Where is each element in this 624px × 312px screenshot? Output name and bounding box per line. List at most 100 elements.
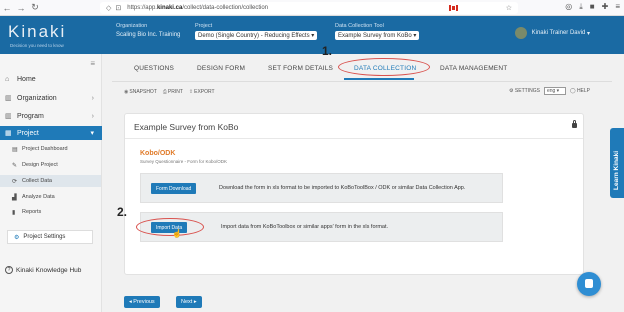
snapshot-button[interactable]: ◉SNAPSHOT	[124, 89, 157, 95]
tab-data-management[interactable]: DATA MANAGEMENT	[440, 65, 507, 72]
reload-icon[interactable]: ↻	[28, 2, 42, 13]
annotation-number-1: 1.	[322, 44, 333, 58]
project-settings-label: Project Settings	[23, 234, 66, 240]
sidebar-item-home[interactable]: ⌂ Home	[0, 72, 102, 86]
learn-kinaki-label: Learn Kinaki	[613, 150, 620, 190]
sidebar-subitem-design[interactable]: ✎ Design Project	[0, 159, 101, 171]
url-path: /collect/data-collection/collection	[182, 5, 269, 11]
url-prefix: https://app.	[127, 5, 157, 11]
sidebar-subitem-dashboard[interactable]: ▤ Project Dashboard	[0, 143, 101, 155]
sidebar-item-project[interactable]: ▦ Project ▾	[0, 126, 102, 140]
lock-icon: ⊡	[115, 5, 122, 12]
mouse-cursor-icon: ☝	[172, 229, 182, 238]
import-description: Import data from KoBoToolbox or similar …	[221, 224, 389, 230]
logo-tagline: Decision you need to know	[10, 43, 64, 48]
annotation-ring-1	[338, 58, 430, 76]
project-settings-button[interactable]: ⚙ Project Settings	[7, 230, 93, 244]
active-tab-indicator	[344, 78, 414, 80]
project-icon: ▦	[5, 130, 12, 137]
project-selector[interactable]: Project Demo (Single Country) - Reducing…	[195, 23, 318, 40]
hamburger-icon[interactable]: ≡	[90, 59, 95, 68]
download-description: Download the form in xls format to be im…	[219, 185, 466, 191]
pocket-icon[interactable]: ◎	[565, 2, 572, 12]
sidebar-item-organization[interactable]: ▥ Organization ›	[0, 91, 102, 105]
extensions-icon[interactable]: ✚	[602, 2, 609, 12]
avatar	[514, 27, 527, 39]
dashboard-icon: ▤	[12, 146, 18, 153]
print-icon: ⎙	[162, 89, 167, 95]
card-title: Example Survey from KoBo	[134, 122, 239, 132]
section-subtitle: Survey Questionnaire - Form for Kobo/ODK	[140, 159, 228, 164]
tab-design-form[interactable]: DESIGN FORM	[197, 65, 245, 72]
sidebar-subitem-label: Reports	[22, 209, 42, 215]
sidebar-subitem-label: Analyze Data	[22, 194, 55, 200]
export-button[interactable]: ⇪EXPORT	[189, 89, 215, 95]
program-icon: ▥	[5, 113, 12, 120]
shield-icon: ◇	[106, 5, 112, 12]
tool-value: Example Survey from KoBo	[338, 32, 412, 39]
star-icon[interactable]: ☆	[506, 4, 512, 12]
help-button[interactable]: ◯ HELP	[570, 88, 590, 94]
sidebar-subitem-reports[interactable]: ▮ Reports	[0, 206, 101, 218]
language-value: eng	[546, 88, 556, 94]
project-select[interactable]: Demo (Single Country) - Reducing Effects…	[195, 31, 318, 40]
knowledge-hub-link[interactable]: ? Kinaki Knowledge Hub	[5, 266, 81, 274]
annotation-number-2: 2.	[117, 205, 128, 219]
address-bar[interactable]: ◇ ⊡ https://app. kinaki.ca/collect/data-co…	[100, 2, 518, 14]
lock-icon	[572, 120, 577, 128]
tab-set-form-details[interactable]: SET FORM DETAILS	[268, 65, 333, 72]
project-value: Demo (Single Country) - Reducing Effects	[198, 32, 310, 39]
next-button[interactable]: Next ▸	[176, 296, 202, 308]
download-icon[interactable]: ⤓	[579, 2, 583, 12]
form-download-button[interactable]: Form Download	[151, 183, 197, 194]
forward-icon[interactable]: →	[14, 3, 28, 13]
sidebar-item-label: Program	[17, 112, 44, 120]
sidebar-item-label: Project	[17, 129, 39, 137]
section-title: Kobo/ODK	[140, 150, 176, 157]
tool-selector[interactable]: Data Collection Tool Example Survey from…	[335, 23, 420, 40]
camera-icon: ◉	[124, 89, 129, 95]
chevron-right-icon: ›	[91, 112, 94, 120]
sidebar-subitem-collect[interactable]: ⟳ Collect Data	[0, 175, 101, 187]
menu-icon[interactable]: ≡	[615, 2, 620, 12]
browser-toolbar: ← → ↻ ◇ ⊡ https://app. kinaki.ca/collect/d…	[0, 0, 624, 16]
organization-selector[interactable]: Organization Scaling Bio Inc. Training	[116, 23, 180, 38]
sidebar-item-program[interactable]: ▥ Program ›	[0, 109, 102, 123]
print-label: PRINT	[167, 89, 183, 95]
toolbar: ◉SNAPSHOT ⎙PRINT ⇪EXPORT ⚙ SETTINGS eng …	[102, 82, 624, 100]
print-button[interactable]: ⎙PRINT	[163, 89, 183, 95]
survey-card: Example Survey from KoBo Kobo/ODK Survey…	[124, 113, 584, 275]
logo[interactable]: Kinaki Decision you need to know	[8, 22, 66, 48]
tool-label: Data Collection Tool	[335, 23, 384, 29]
tab-questions[interactable]: QUESTIONS	[134, 65, 174, 72]
sidebar-item-label: Organization	[17, 94, 57, 102]
help-label: HELP	[576, 88, 590, 94]
snapshot-label: SNAPSHOT	[129, 89, 157, 95]
pencil-icon: ✎	[12, 162, 18, 169]
settings-button[interactable]: ⚙ SETTINGS	[509, 88, 540, 94]
organization-icon: ▥	[5, 95, 12, 102]
knowledge-hub-label: Kinaki Knowledge Hub	[16, 266, 82, 274]
chevron-right-icon: ›	[91, 94, 94, 102]
export-label: EXPORT	[194, 89, 215, 95]
sidebar-subitem-label: Project Dashboard	[22, 146, 68, 152]
user-menu[interactable]: Kinaki Trainer David ▾	[514, 27, 590, 39]
learn-kinaki-tab[interactable]: Learn Kinaki	[610, 128, 624, 198]
canada-flag-icon	[449, 5, 458, 11]
help-circle-icon: ◯	[569, 88, 576, 94]
previous-button[interactable]: ◂ Previous	[124, 296, 160, 308]
chevron-down-icon: ▾	[90, 130, 94, 137]
back-icon[interactable]: ←	[0, 3, 14, 13]
help-circle-icon: ?	[5, 266, 13, 274]
chat-icon[interactable]	[577, 272, 601, 296]
tool-select[interactable]: Example Survey from KoBo ▾	[335, 31, 420, 40]
user-name: Kinaki Trainer David	[531, 30, 586, 36]
sidebar-subitem-analyze[interactable]: ▟ Analyze Data	[0, 191, 101, 203]
card-divider	[125, 138, 583, 139]
language-select[interactable]: eng ▾	[543, 87, 566, 95]
sidebar-subitem-label: Design Project	[22, 162, 58, 168]
extension-icon[interactable]: ■	[590, 2, 595, 12]
organization-value: Scaling Bio Inc. Training	[116, 32, 181, 38]
project-label: Project	[195, 23, 213, 29]
chart-icon: ▟	[12, 194, 17, 201]
